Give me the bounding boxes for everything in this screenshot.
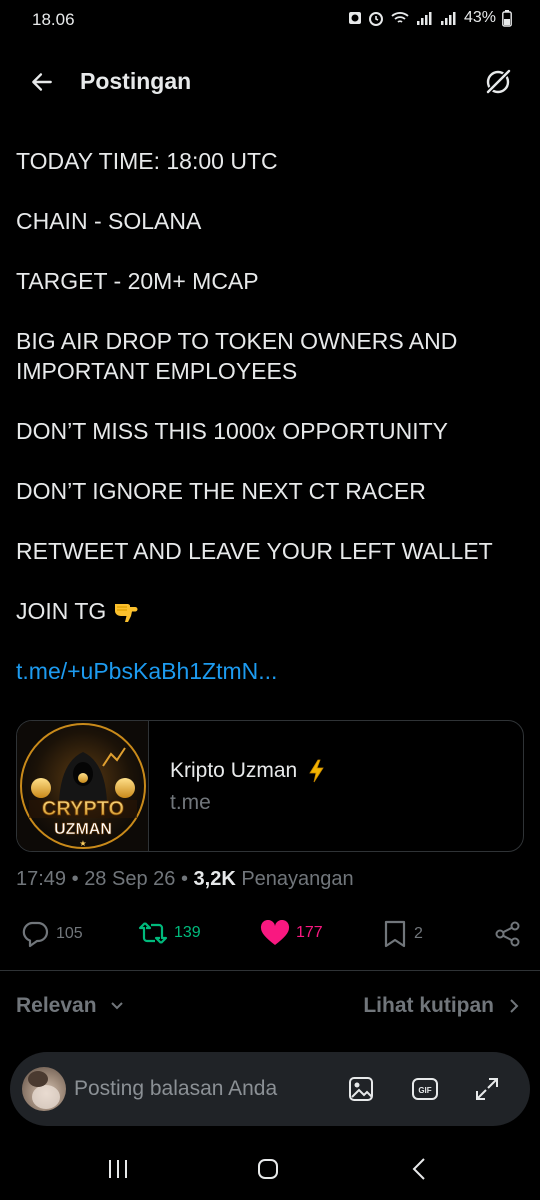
post-text-line: BIG AIR DROP TO TOKEN OWNERS AND IMPORTA… (16, 328, 458, 384)
system-nav-bar (0, 1140, 540, 1200)
like-button[interactable]: 177 (260, 920, 323, 946)
home-icon (258, 1159, 278, 1179)
post-text-line: TODAY TIME: 18:00 UTC (16, 148, 278, 174)
back-button[interactable] (22, 64, 62, 100)
sort-label: Relevan (16, 994, 97, 1017)
reply-button[interactable]: 105 (20, 920, 83, 948)
post-text-line: DON’T MISS THIS 1000x OPPORTUNITY (16, 418, 448, 444)
status-bar: 18.06 43% (0, 0, 540, 40)
wifi-icon (391, 12, 409, 23)
clock-icon (368, 12, 383, 26)
signal-icon (440, 12, 456, 25)
view-quotes-label: Lihat kutipan (363, 994, 494, 1017)
svg-text:CRYPTO: CRYPTO (41, 798, 123, 820)
repost-icon (138, 922, 168, 944)
bookmark-icon (384, 920, 406, 948)
status-icons: 43% (348, 9, 512, 27)
header: Postingan (0, 56, 540, 108)
views-label: Penayangan (241, 868, 354, 890)
link-card[interactable]: CRYPTO UZMAN ★ Kripto Uzman t.me (16, 720, 524, 852)
lightning-icon (309, 759, 324, 783)
status-time: 18.06 (32, 10, 75, 29)
page-title: Postingan (80, 68, 192, 94)
like-count: 177 (296, 924, 323, 941)
chevron-left-icon (412, 1158, 425, 1180)
card-title: Kripto Uzman (170, 759, 325, 783)
battery-percent: 43% (463, 9, 496, 26)
post-body: TODAY TIME: 18:00 UTC CHAIN - SOLANA TAR… (16, 146, 526, 686)
post-text-line: DON’T IGNORE THE NEXT CT RACER (16, 478, 426, 504)
action-bar: 105 139 177 2 (0, 916, 540, 956)
signal-icon (416, 12, 432, 25)
divider (0, 970, 540, 971)
alarm-icon (348, 12, 361, 24)
svg-text:★: ★ (79, 839, 86, 848)
repost-count: 139 (174, 924, 201, 941)
image-icon (349, 1077, 373, 1101)
arrow-left-icon (32, 73, 52, 91)
bookmark-button[interactable]: 2 (382, 920, 423, 948)
recent-apps-button[interactable] (98, 1154, 138, 1184)
post-link[interactable]: t.me/+uPbsKaBh1ZtmN... (16, 656, 526, 686)
meta-dot: • (180, 868, 194, 890)
post-text-line: TARGET - 20M+ MCAP (16, 268, 259, 294)
sort-dropdown[interactable]: Relevan (16, 994, 125, 1018)
battery-icon (502, 9, 512, 27)
svg-text:GIF: GIF (418, 1086, 431, 1095)
grok-button[interactable] (478, 64, 518, 100)
reply-composer: GIF (10, 1052, 530, 1126)
media-button[interactable] (344, 1072, 378, 1106)
recents-icon (109, 1160, 127, 1178)
chevron-right-icon (510, 999, 519, 1013)
view-quotes-link[interactable]: Lihat kutipan (363, 994, 520, 1018)
gif-icon: GIF (412, 1078, 438, 1100)
card-domain: t.me (170, 791, 211, 814)
post-date: 28 Sep 26 (84, 868, 176, 890)
avatar (22, 1067, 66, 1111)
post-text-line: RETWEET AND LEAVE YOUR LEFT WALLET (16, 538, 493, 564)
repost-button[interactable]: 139 (138, 920, 201, 946)
sort-row: Relevan Lihat kutipan (0, 992, 540, 1026)
expand-icon (476, 1078, 498, 1100)
views-count[interactable]: 3,2K (194, 868, 236, 890)
system-back-button[interactable] (400, 1154, 440, 1184)
expand-button[interactable] (470, 1072, 504, 1106)
post-meta: 17:49 • 28 Sep 26 • 3,2K Penayangan (16, 868, 354, 891)
meta-dot: • (71, 868, 85, 890)
home-button[interactable] (248, 1154, 288, 1184)
reply-icon (22, 921, 49, 948)
gif-button[interactable]: GIF (408, 1072, 442, 1106)
heart-filled-icon (260, 920, 290, 945)
post-text-line: CHAIN - SOLANA (16, 208, 202, 234)
chevron-down-icon (110, 1002, 123, 1010)
reply-count: 105 (56, 925, 83, 942)
svg-text:UZMAN: UZMAN (54, 821, 112, 838)
join-text: JOIN TG (16, 598, 107, 624)
bookmark-count: 2 (414, 925, 423, 942)
post-time: 17:49 (16, 868, 67, 890)
crypto-uzman-logo: CRYPTO UZMAN ★ (19, 723, 146, 849)
grok-icon (486, 69, 511, 94)
card-thumbnail: CRYPTO UZMAN ★ (17, 721, 149, 851)
share-button[interactable] (494, 920, 522, 948)
share-icon (495, 921, 520, 947)
post-text-line: JOIN TG (16, 596, 526, 626)
reply-input[interactable] (74, 1072, 324, 1106)
card-title-text: Kripto Uzman (170, 759, 298, 782)
backhand-index-pointing-down-icon (115, 604, 138, 622)
